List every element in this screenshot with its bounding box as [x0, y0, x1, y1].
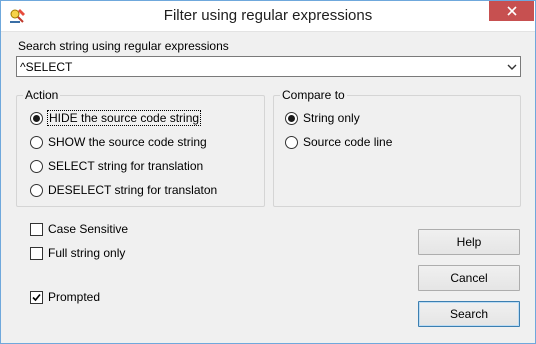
close-icon [506, 6, 517, 16]
radio-source-code-line-label: Source code line [303, 135, 393, 149]
cancel-button[interactable]: Cancel [418, 265, 520, 291]
title-bar[interactable]: Filter using regular expressions [1, 1, 535, 32]
checkbox[interactable] [30, 222, 43, 236]
radio-select-label: SELECT string for translation [48, 159, 204, 173]
case-sensitive-label: Case Sensitive [48, 222, 129, 236]
prompted-checkbox[interactable]: Prompted [30, 289, 100, 305]
compare-group-title: Compare to [280, 88, 347, 102]
radio-hide-label: HIDE the source code string [46, 110, 202, 126]
radio-deselect-label: DESELECT string for translaton [48, 183, 218, 197]
full-string-checkbox[interactable]: Full string only [30, 245, 125, 261]
radio-select[interactable]: SELECT string for translation [30, 158, 203, 174]
radio-string-only-label: String only [303, 111, 360, 125]
search-label: Search string using regular expressions [18, 39, 229, 53]
help-button[interactable]: Help [418, 229, 520, 255]
search-combobox[interactable]: ^SELECT [16, 56, 521, 77]
radio-show-label: SHOW the source code string [48, 135, 207, 149]
search-input-value[interactable]: ^SELECT [20, 60, 72, 74]
action-group-title: Action [23, 88, 61, 102]
close-button[interactable] [489, 1, 534, 21]
radio-button[interactable] [30, 111, 43, 125]
checkbox[interactable] [30, 246, 43, 260]
radio-source-code-line[interactable]: Source code line [285, 134, 392, 150]
prompted-label: Prompted [48, 290, 101, 304]
checkbox[interactable] [30, 290, 43, 304]
radio-string-only[interactable]: String only [285, 110, 360, 126]
dialog-window: Filter using regular expressions Search … [0, 0, 536, 344]
window-title: Filter using regular expressions [163, 7, 373, 24]
radio-show[interactable]: SHOW the source code string [30, 134, 207, 150]
radio-button[interactable] [285, 111, 298, 125]
radio-button[interactable] [30, 183, 43, 197]
full-string-label: Full string only [48, 246, 126, 260]
radio-deselect[interactable]: DESELECT string for translaton [30, 182, 217, 198]
radio-button[interactable] [285, 135, 298, 149]
checkmark-icon [32, 293, 41, 301]
chevron-down-icon[interactable] [507, 62, 517, 72]
search-button[interactable]: Search [418, 301, 520, 327]
radio-button[interactable] [30, 159, 43, 173]
radio-hide[interactable]: HIDE the source code string [30, 110, 202, 126]
case-sensitive-checkbox[interactable]: Case Sensitive [30, 221, 128, 237]
radio-button[interactable] [30, 135, 43, 149]
